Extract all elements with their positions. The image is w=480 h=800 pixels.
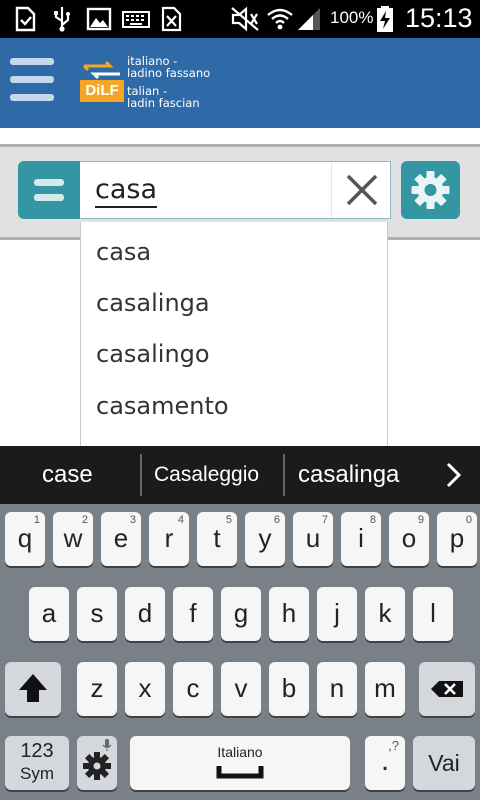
backspace-key[interactable] <box>419 662 475 716</box>
mute-icon <box>231 6 259 32</box>
signal-icon <box>298 8 320 30</box>
status-bar: 100% 15:13 <box>0 0 480 38</box>
battery-percent: 100% <box>330 8 374 27</box>
key-g[interactable]: g <box>221 587 261 641</box>
clear-search-button[interactable] <box>331 162 390 218</box>
prediction-item[interactable]: casalinga <box>298 461 399 489</box>
key-c[interactable]: c <box>173 662 213 716</box>
space-bar-icon <box>216 766 264 779</box>
suggestion-item[interactable]: casalingo <box>96 340 210 368</box>
key-j[interactable]: j <box>317 587 357 641</box>
key-m[interactable]: m <box>365 662 405 716</box>
suggestion-list: casa casalinga casalingo casamento <box>80 222 388 450</box>
key-v[interactable]: v <box>221 662 261 716</box>
logo-line-4: ladin fascian <box>127 96 200 110</box>
navigation-drawer-button[interactable] <box>0 38 66 128</box>
backspace-icon <box>431 681 463 697</box>
settings-button[interactable] <box>401 161 460 219</box>
search-menu-button[interactable] <box>18 161 80 219</box>
key-d[interactable]: d <box>125 587 165 641</box>
key-a[interactable]: a <box>29 587 69 641</box>
hamburger-icon <box>10 58 54 65</box>
symbols-key-bottom-label: Sym <box>20 764 54 783</box>
app-logo: DiLF <box>80 58 124 104</box>
gear-icon <box>83 752 111 780</box>
close-icon <box>346 174 378 206</box>
key-f[interactable]: f <box>173 587 213 641</box>
key-w[interactable]: 2w <box>53 512 93 566</box>
key-s[interactable]: s <box>77 587 117 641</box>
gear-icon <box>411 171 450 209</box>
symbols-key-top-label: 123 <box>20 740 54 762</box>
key-e[interactable]: 3e <box>101 512 141 566</box>
shift-key[interactable] <box>5 662 61 716</box>
image-icon <box>86 7 112 31</box>
key-h[interactable]: h <box>269 587 309 641</box>
keyboard-icon <box>122 11 150 28</box>
divider <box>283 454 285 496</box>
key-n[interactable]: n <box>317 662 357 716</box>
period-key[interactable]: ,? . <box>365 736 405 790</box>
prediction-item[interactable]: case <box>42 461 93 489</box>
key-k[interactable]: k <box>365 587 405 641</box>
search-input-value[interactable]: casa <box>95 174 158 208</box>
key-p[interactable]: 0p <box>437 512 477 566</box>
key-q[interactable]: 1q <box>5 512 45 566</box>
key-l[interactable]: l <box>413 587 453 641</box>
key-y[interactable]: 6y <box>245 512 285 566</box>
suggestion-item[interactable]: casalinga <box>96 289 210 317</box>
space-key-language-label: Italiano <box>217 744 263 760</box>
key-x[interactable]: x <box>125 662 165 716</box>
key-u[interactable]: 7u <box>293 512 333 566</box>
usb-icon <box>54 7 70 32</box>
prediction-item[interactable]: Casaleggio <box>154 463 259 487</box>
hamburger-icon-line <box>10 76 54 83</box>
menu-icon <box>34 179 64 186</box>
app-bar: DiLF italiano - ladino fassano talian - … <box>0 38 480 128</box>
space-key[interactable]: Italiano <box>130 736 350 790</box>
keyboard-settings-key[interactable] <box>77 736 117 790</box>
logo-arrows-icon <box>82 60 120 80</box>
key-o[interactable]: 9o <box>389 512 429 566</box>
sim-card-icon <box>15 6 36 32</box>
suggestion-item[interactable]: casamento <box>96 392 229 420</box>
chevron-right-icon[interactable] <box>444 461 464 489</box>
block-icon <box>161 6 182 32</box>
go-key-label: Vai <box>428 750 460 776</box>
key-t[interactable]: 5t <box>197 512 237 566</box>
battery-charging-icon <box>377 6 393 32</box>
logo-badge: DiLF <box>80 80 124 102</box>
menu-icon-line <box>34 194 64 201</box>
shift-arrow-icon <box>19 674 47 702</box>
predictive-text-bar: case Casaleggio casalinga <box>0 446 480 504</box>
soft-keyboard: 1q 2w 3e 4r 5t 6y 7u 8i 9o 0p a s d f g … <box>0 504 480 800</box>
key-r[interactable]: 4r <box>149 512 189 566</box>
key-i[interactable]: 8i <box>341 512 381 566</box>
logo-line-2: ladino fassano <box>127 66 211 80</box>
go-key[interactable]: Vai <box>413 736 475 790</box>
wifi-icon <box>267 8 293 30</box>
key-z[interactable]: z <box>77 662 117 716</box>
hamburger-icon-line <box>10 94 54 101</box>
clock: 15:13 <box>405 3 473 33</box>
symbols-key[interactable]: 123 Sym <box>5 736 69 790</box>
key-b[interactable]: b <box>269 662 309 716</box>
divider <box>140 454 142 496</box>
suggestion-item[interactable]: casa <box>96 238 151 266</box>
